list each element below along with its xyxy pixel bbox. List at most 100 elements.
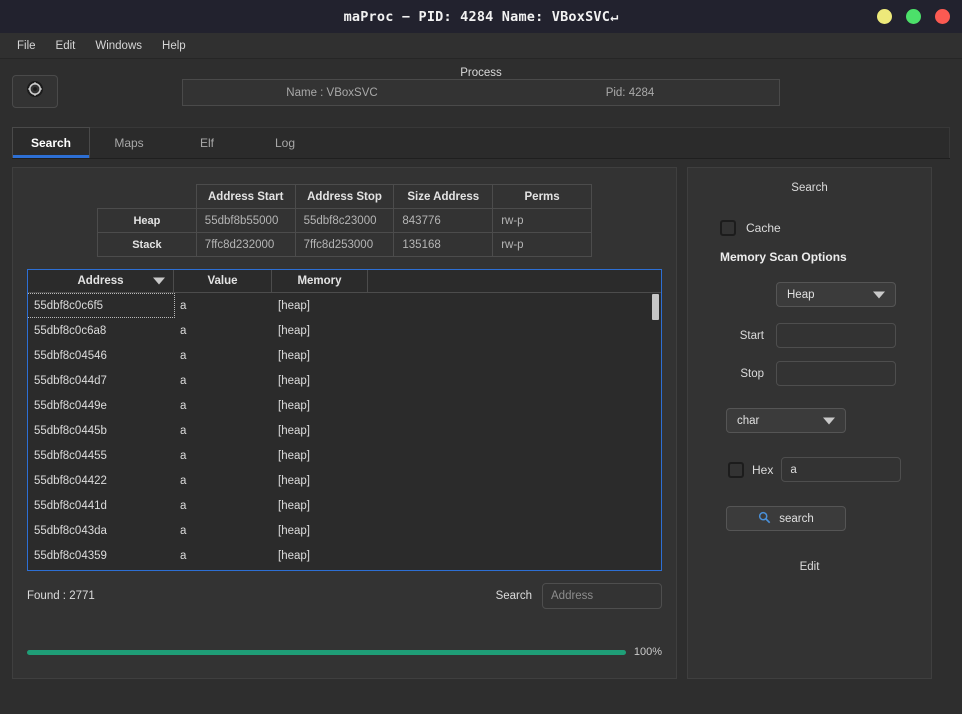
tab-elf[interactable]: Elf xyxy=(168,127,246,158)
memory-scan-options-label: Memory Scan Options xyxy=(720,250,847,264)
type-select-value: char xyxy=(737,414,760,427)
stop-input[interactable] xyxy=(776,361,896,386)
search-options-panel: Search Cache Memory Scan Options Heap St… xyxy=(687,167,932,679)
chevron-down-icon xyxy=(153,277,165,285)
table-row[interactable]: 55dbf8c0c6f5 a [heap] xyxy=(28,293,661,318)
heap-address-start: 55dbf8b55000 xyxy=(195,208,296,233)
search-button-label: search xyxy=(779,512,814,525)
table-row[interactable]: 55dbf8c0c6a8 a [heap] xyxy=(28,318,661,343)
heap-size-address: 843776 xyxy=(393,208,494,233)
menu-bar: File Edit Windows Help xyxy=(0,33,962,59)
row-address: 55dbf8c0441d xyxy=(34,499,107,512)
row-address: 55dbf8c04359 xyxy=(34,549,107,562)
results-col-memory[interactable]: Memory xyxy=(272,270,368,293)
row-address: 55dbf8c043da xyxy=(34,524,107,537)
start-input[interactable] xyxy=(776,323,896,348)
tab-maps[interactable]: Maps xyxy=(90,127,168,158)
settings-button[interactable] xyxy=(12,75,58,108)
row-memory: [heap] xyxy=(278,449,310,462)
results-table[interactable]: Address Value Memory 55dbf8c0c6f5 a [heap]… xyxy=(27,269,662,571)
process-pid: Pid: 4284 xyxy=(605,86,655,99)
cache-checkbox[interactable] xyxy=(720,220,736,236)
row-address: 55dbf8c0c6a8 xyxy=(34,324,107,337)
maps-row-label-heap: Heap xyxy=(97,208,197,233)
table-row[interactable]: 55dbf8c0441d a [heap] xyxy=(28,493,661,518)
type-select[interactable]: char xyxy=(726,408,846,433)
magnifier-icon xyxy=(758,511,771,527)
results-scrollbar-thumb[interactable] xyxy=(652,294,659,320)
row-value: a xyxy=(180,374,187,387)
start-label: Start xyxy=(739,329,764,342)
row-value: a xyxy=(180,524,187,537)
search-results-panel: Address Start Address Stop Size Address … xyxy=(12,167,677,679)
row-address: 55dbf8c0449e xyxy=(34,399,107,412)
tab-search[interactable]: Search xyxy=(12,127,90,158)
row-value: a xyxy=(180,349,187,362)
maximize-button[interactable] xyxy=(906,9,921,24)
results-header-row: Address Value Memory xyxy=(28,270,661,293)
region-select-row: Heap xyxy=(698,282,921,307)
chevron-down-icon xyxy=(873,291,885,298)
region-select-value: Heap xyxy=(787,288,815,301)
row-address: 55dbf8c04455 xyxy=(34,449,107,462)
menu-item-windows[interactable]: Windows xyxy=(88,37,149,55)
menu-item-help[interactable]: Help xyxy=(155,37,193,55)
results-scrollbar[interactable] xyxy=(652,294,659,570)
menu-item-edit[interactable]: Edit xyxy=(49,37,83,55)
row-value: a xyxy=(180,499,187,512)
close-button[interactable] xyxy=(935,9,950,24)
menu-item-file[interactable]: File xyxy=(10,37,43,55)
tab-search-label: Search xyxy=(30,136,72,150)
table-row[interactable]: 55dbf8c044d7 a [heap] xyxy=(28,368,661,393)
row-memory: [heap] xyxy=(278,374,310,387)
row-memory: [heap] xyxy=(278,549,310,562)
maps-col-address-stop: Address Stop xyxy=(294,184,395,209)
window-controls xyxy=(877,0,950,33)
table-row[interactable]: 55dbf8c04422 a [heap] xyxy=(28,468,661,493)
main-content: Address Start Address Stop Size Address … xyxy=(0,159,962,679)
window-title: maProc − PID: 4284 Name: VBoxSVC↵ xyxy=(343,8,619,25)
results-col-value[interactable]: Value xyxy=(174,270,272,293)
table-row[interactable]: 55dbf8c043da a [heap] xyxy=(28,518,661,543)
heap-address-stop: 55dbf8c23000 xyxy=(294,208,395,233)
minimize-button[interactable] xyxy=(877,9,892,24)
stop-field-row: Stop xyxy=(698,361,921,386)
progress-percent-label: 100% xyxy=(633,646,662,658)
table-row[interactable]: 55dbf8c0449e a [heap] xyxy=(28,393,661,418)
row-memory: [heap] xyxy=(278,424,310,437)
table-row[interactable]: 55dbf8c04455 a [heap] xyxy=(28,443,661,468)
row-memory: [heap] xyxy=(278,349,310,362)
results-col-extra xyxy=(368,270,661,293)
maps-row-heap: Heap 55dbf8b55000 55dbf8c23000 843776 rw… xyxy=(97,208,592,233)
hex-checkbox[interactable] xyxy=(728,461,744,478)
maps-col-perms: Perms xyxy=(492,184,592,209)
stack-size-address: 135168 xyxy=(393,232,494,257)
row-value: a xyxy=(180,424,187,437)
table-row[interactable]: 55dbf8c0445b a [heap] xyxy=(28,418,661,443)
search-button[interactable]: search xyxy=(726,506,846,531)
chevron-down-icon xyxy=(823,417,835,424)
progress-bar-fill xyxy=(27,649,626,655)
region-select[interactable]: Heap xyxy=(776,282,896,307)
tab-log-label: Log xyxy=(274,135,296,150)
tab-bar: Search Maps Elf Log xyxy=(12,127,950,159)
cache-checkbox-row[interactable]: Cache xyxy=(720,220,921,236)
table-row[interactable]: 55dbf8c04546 a [heap] xyxy=(28,343,661,368)
start-field-row: Start xyxy=(698,323,921,348)
search-button-row: search xyxy=(698,506,921,531)
filter-search-input[interactable] xyxy=(542,583,662,609)
maps-col-address-start: Address Start xyxy=(195,184,296,209)
row-value: a xyxy=(180,474,187,487)
tab-log[interactable]: Log xyxy=(246,127,324,158)
hex-value-input[interactable] xyxy=(781,457,902,482)
row-memory: [heap] xyxy=(278,299,310,312)
maps-row-label-stack: Stack xyxy=(97,232,197,257)
stop-label: Stop xyxy=(740,367,764,380)
found-count: Found : 2771 xyxy=(27,590,95,602)
process-name: Name : VBoxSVC xyxy=(286,86,378,99)
results-col-address[interactable]: Address xyxy=(28,270,174,293)
results-col-address-label: Address xyxy=(77,275,124,287)
heap-perms: rw-p xyxy=(492,208,592,233)
table-row[interactable]: 55dbf8c04359 a [heap] xyxy=(28,543,661,568)
row-memory: [heap] xyxy=(278,474,310,487)
